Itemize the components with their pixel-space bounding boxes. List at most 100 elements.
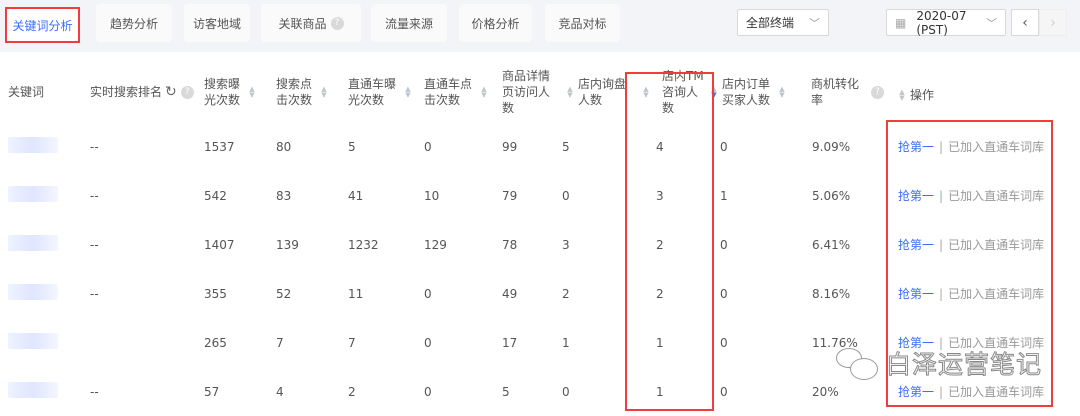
header-conversion-rate: 商机转化率? bbox=[800, 62, 886, 122]
search-impressions-cell: 57 bbox=[204, 384, 220, 399]
header-tm-consult[interactable]: ▲ ▼ 店内TM咨询人数 bbox=[630, 62, 706, 122]
sort-icon[interactable]: ▲ ▼ bbox=[778, 86, 786, 99]
tm-consult-cell: 1 bbox=[656, 384, 664, 399]
keyword-cell[interactable] bbox=[0, 220, 82, 269]
tm-consult-cell: 4 bbox=[656, 139, 664, 154]
header-store-inquiries[interactable]: ▲ ▼ 店内询盘人数 bbox=[554, 62, 630, 122]
sort-icon[interactable]: ▲ ▼ bbox=[898, 88, 906, 101]
tab-label: 流量来源 bbox=[384, 16, 433, 31]
keyword-cell[interactable] bbox=[0, 269, 82, 318]
header-p4p-clicks[interactable]: 直通车点击次数 ▲ ▼ bbox=[416, 62, 494, 122]
actions-cell: 抢第一 | 已加入直通车词库 bbox=[886, 269, 1080, 318]
help-icon[interactable]: ? bbox=[871, 85, 884, 99]
tab-label: 趋势分析 bbox=[109, 16, 158, 31]
grab-first-link[interactable]: 抢第一 bbox=[898, 189, 934, 203]
sort-icon[interactable]: ▲ ▼ bbox=[710, 86, 718, 99]
blurred-keyword[interactable] bbox=[8, 137, 58, 153]
rank-cell bbox=[82, 318, 196, 367]
tab-competitor-benchmark[interactable]: 竞品对标 bbox=[545, 4, 620, 42]
rank-cell: -- bbox=[90, 384, 99, 399]
sort-icon[interactable]: ▲ ▼ bbox=[320, 86, 328, 99]
next-month-button[interactable]: › bbox=[1039, 9, 1067, 36]
conversion-rate-cell: 9.09% bbox=[812, 139, 851, 154]
header-p4p-impressions[interactable]: 直通车曝光次数 ▲ ▼ bbox=[340, 62, 416, 122]
divider: | bbox=[939, 287, 944, 301]
blurred-keyword[interactable] bbox=[8, 382, 58, 398]
chevron-down-icon: ﹀ bbox=[809, 16, 820, 30]
date-picker[interactable]: ▦ 2020-07 (PST) ﹀ bbox=[886, 8, 1006, 37]
wechat-icon bbox=[836, 346, 880, 380]
search-clicks-cell: 7 bbox=[276, 335, 284, 350]
keyword-cell[interactable] bbox=[0, 171, 82, 220]
header-detail-visitors[interactable]: 商品详情页访问人数 bbox=[494, 62, 554, 122]
detail-visitors-cell: 49 bbox=[502, 286, 518, 301]
rank-cell: -- bbox=[90, 139, 99, 154]
store-inquiries-cell: 0 bbox=[562, 188, 570, 203]
header-order-buyers[interactable]: ▲ ▼ 店内订单买家人数 ▲ ▼ bbox=[706, 62, 800, 122]
tm-consult-cell: 3 bbox=[656, 188, 664, 203]
tab-related-products[interactable]: 关联商品? bbox=[261, 4, 361, 42]
divider: | bbox=[939, 189, 944, 203]
store-inquiries-cell: 5 bbox=[562, 139, 570, 154]
detail-visitors-cell: 79 bbox=[502, 188, 518, 203]
added-status: 已加入直通车词库 bbox=[948, 140, 1045, 154]
tab-traffic-source[interactable]: 流量来源 bbox=[371, 4, 447, 42]
tab-price-analysis[interactable]: 价格分析 bbox=[459, 4, 532, 42]
table-row: -- 1537 80 5 0 99 5 4 0 9.09% 抢第一 | 已加入直通车词库 bbox=[0, 122, 1080, 171]
order-buyers-cell: 0 bbox=[720, 335, 728, 350]
tab-label: 访客地域 bbox=[192, 16, 241, 31]
date-value: 2020-07 (PST) bbox=[916, 8, 967, 37]
actions-cell: 抢第一 | 已加入直通车词库 bbox=[886, 171, 1080, 220]
tab-keyword-analysis[interactable]: 关键词分析 bbox=[5, 7, 80, 43]
store-inquiries-cell: 3 bbox=[562, 237, 570, 252]
refresh-icon[interactable]: ↻ bbox=[165, 84, 177, 100]
chevron-down-icon: ﹀ bbox=[986, 16, 997, 30]
grab-first-link[interactable]: 抢第一 bbox=[898, 385, 934, 399]
keyword-cell[interactable] bbox=[0, 122, 82, 171]
prev-month-button[interactable]: ‹ bbox=[1011, 9, 1039, 36]
tab-label: 价格分析 bbox=[471, 16, 520, 31]
sort-icon[interactable]: ▲ ▼ bbox=[642, 86, 650, 99]
keyword-cell[interactable] bbox=[0, 318, 82, 367]
p4p-impressions-cell: 41 bbox=[348, 188, 364, 203]
tab-label: 关键词分析 bbox=[12, 18, 73, 33]
help-icon[interactable]: ? bbox=[330, 16, 344, 30]
header-search-clicks[interactable]: 搜索点击次数 ▲ ▼ bbox=[268, 62, 340, 122]
p4p-impressions-cell: 1232 bbox=[348, 237, 379, 252]
conversion-rate-cell: 8.16% bbox=[812, 286, 851, 301]
grab-first-link[interactable]: 抢第一 bbox=[898, 238, 934, 252]
sort-icon[interactable]: ▲ ▼ bbox=[566, 86, 574, 99]
sort-icon[interactable]: ▲ ▼ bbox=[248, 86, 256, 99]
keyword-cell[interactable] bbox=[0, 367, 82, 416]
sort-icon[interactable]: ▲ ▼ bbox=[404, 86, 412, 99]
blurred-keyword[interactable] bbox=[8, 333, 58, 349]
table-row: -- 542 83 41 10 79 0 3 1 5.06% 抢第一 | 已加入直通车词库 bbox=[0, 171, 1080, 220]
table-header-row: 关键词 实时搜索排名 ↻? 搜索曝光次数 ▲ ▼ 搜索点击次数 ▲ ▼ 直通车曝光次数 ▲ ▼… bbox=[0, 62, 1080, 122]
blurred-keyword[interactable] bbox=[8, 235, 58, 251]
actions-cell: 抢第一 | 已加入直通车词库 bbox=[886, 220, 1080, 269]
conversion-rate-cell: 5.06% bbox=[812, 188, 851, 203]
p4p-clicks-cell: 0 bbox=[424, 335, 432, 350]
tm-consult-cell: 1 bbox=[656, 335, 664, 350]
store-inquiries-cell: 2 bbox=[562, 286, 570, 301]
header-realtime-rank: 实时搜索排名 ↻? bbox=[82, 62, 196, 122]
blurred-keyword[interactable] bbox=[8, 186, 58, 202]
rank-cell: -- bbox=[90, 188, 99, 203]
p4p-impressions-cell: 11 bbox=[348, 286, 364, 301]
tab-visitor-region[interactable]: 访客地域 bbox=[184, 4, 250, 42]
help-icon[interactable]: ? bbox=[180, 85, 194, 99]
blurred-keyword[interactable] bbox=[8, 284, 58, 300]
detail-visitors-cell: 5 bbox=[502, 384, 510, 399]
search-impressions-cell: 355 bbox=[204, 286, 227, 301]
tab-trend-analysis[interactable]: 趋势分析 bbox=[96, 4, 172, 42]
divider: | bbox=[939, 385, 944, 399]
sort-icon[interactable]: ▲ ▼ bbox=[480, 86, 488, 99]
grab-first-link[interactable]: 抢第一 bbox=[898, 140, 934, 154]
calendar-icon: ▦ bbox=[895, 15, 907, 30]
terminal-select[interactable]: 全部终端 ﹀ bbox=[737, 9, 829, 36]
tab-label: 关联商品 bbox=[278, 16, 327, 31]
added-status: 已加入直通车词库 bbox=[948, 238, 1045, 252]
header-search-impressions[interactable]: 搜索曝光次数 ▲ ▼ bbox=[196, 62, 268, 122]
grab-first-link[interactable]: 抢第一 bbox=[898, 287, 934, 301]
detail-visitors-cell: 17 bbox=[502, 335, 518, 350]
